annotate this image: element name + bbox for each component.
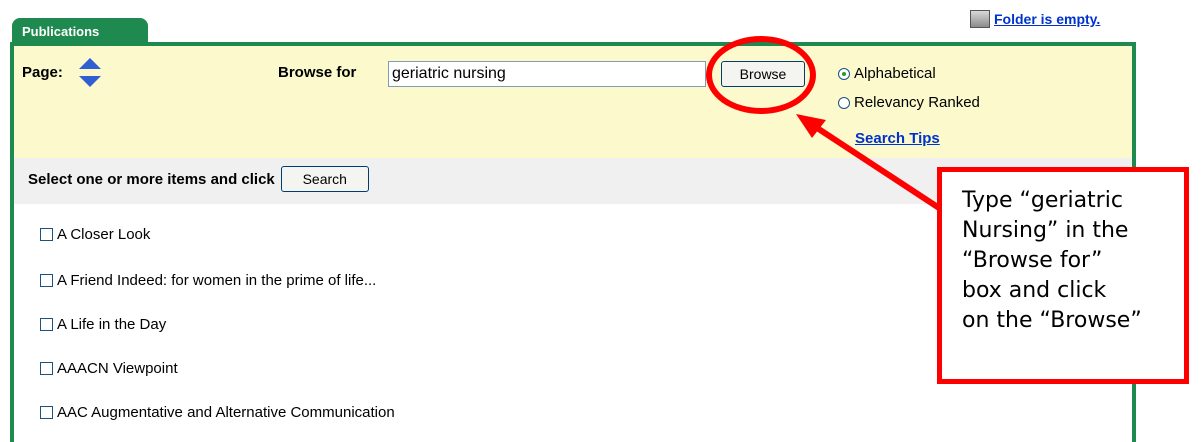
callout-line: box and click: [962, 278, 1107, 303]
instruction-callout: Type “geriatric Nursing” in the “Browse …: [937, 167, 1189, 384]
callout-line: “Browse for”: [962, 248, 1103, 273]
callout-line: Type “geriatric: [962, 188, 1123, 213]
callout-line: Nursing” in the: [962, 218, 1129, 243]
callout-line: on the “Browse”: [962, 308, 1142, 333]
